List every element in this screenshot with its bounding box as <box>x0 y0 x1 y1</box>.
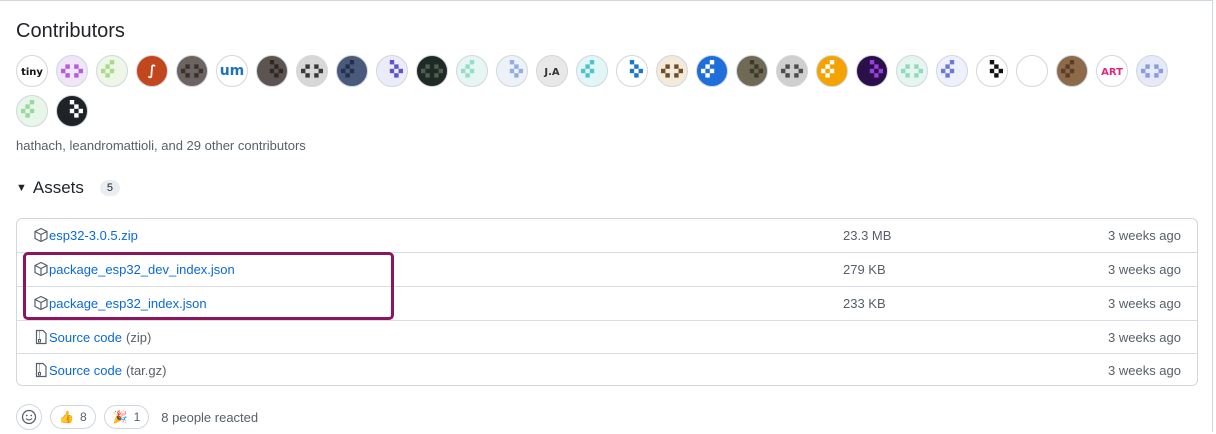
contributor-avatar[interactable]: tiny <box>16 55 48 87</box>
assets-toggle[interactable]: ▼ Assets 5 <box>16 178 121 198</box>
contributor-avatar[interactable] <box>56 55 88 87</box>
package-icon <box>34 227 48 243</box>
thumbs-up-icon: 👍 <box>59 410 74 424</box>
asset-name: esp32-3.0.5.zip <box>49 228 138 243</box>
asset-link[interactable]: esp32-3.0.5.zip <box>49 228 138 243</box>
asset-row: Source code (zip) 3 weeks ago <box>17 320 1197 354</box>
caret-down-icon: ▼ <box>16 182 27 194</box>
asset-format: (tar.gz) <box>126 363 167 378</box>
svg-text:J.A: J.A <box>543 67 560 78</box>
asset-size: 279 KB <box>843 262 886 277</box>
contributor-avatar[interactable] <box>96 55 128 87</box>
thumbs-up-reaction-button[interactable]: 👍 8 <box>50 405 96 429</box>
contributor-avatar[interactable] <box>656 55 688 87</box>
asset-name: Source code <box>49 363 122 378</box>
asset-size: 23.3 MB <box>843 228 892 243</box>
asset-name: package_esp32_dev_index.json <box>49 262 235 277</box>
asset-row: esp32-3.0.5.zip 23.3 MB 3 weeks ago <box>17 219 1197 252</box>
asset-link[interactable]: Source code (tar.gz) <box>49 363 166 378</box>
asset-size: 233 KB <box>843 296 886 311</box>
asset-name: Source code <box>49 330 122 345</box>
tada-icon: 🎉 <box>112 410 128 424</box>
assets-title: Assets <box>32 178 84 197</box>
reactions-bar: 👍 8 🎉 1 8 people reacted <box>16 404 258 430</box>
contributors-title: Contributors <box>16 20 125 42</box>
contributor-avatar[interactable] <box>416 55 448 87</box>
asset-link[interactable]: package_esp32_dev_index.json <box>49 262 235 277</box>
contributor-avatar[interactable] <box>976 55 1008 87</box>
asset-timestamp: 3 weeks ago <box>1108 228 1181 243</box>
contributor-avatar[interactable] <box>336 55 368 87</box>
contributor-avatar[interactable] <box>616 55 648 87</box>
contributor-avatar[interactable] <box>56 95 88 127</box>
assets-count-badge: 5 <box>99 180 121 196</box>
contributor-avatar[interactable] <box>696 55 728 87</box>
contributor-avatar[interactable]: um <box>216 55 248 87</box>
contributor-avatar[interactable] <box>1016 55 1048 87</box>
file-zip-icon <box>35 329 47 345</box>
svg-text:tiny: tiny <box>21 67 43 78</box>
assets-list: esp32-3.0.5.zip 23.3 MB 3 weeks ago package… <box>16 218 1198 386</box>
contributor-avatar[interactable] <box>1136 55 1168 87</box>
contributor-avatar[interactable] <box>296 55 328 87</box>
contributor-avatar[interactable]: J.A <box>536 55 568 87</box>
contributor-avatar[interactable] <box>776 55 808 87</box>
asset-name: package_esp32_index.json <box>49 296 207 311</box>
tada-reaction-button[interactable]: 🎉 1 <box>103 405 150 429</box>
asset-row: package_esp32_index.json 233 KB 3 weeks ag… <box>17 286 1197 320</box>
contributor-avatar[interactable]: ∫ <box>136 55 168 87</box>
contributor-avatar[interactable] <box>576 55 608 87</box>
asset-row: package_esp32_dev_index.json 279 KB 3 week… <box>17 252 1197 286</box>
asset-timestamp: 3 weeks ago <box>1108 262 1181 277</box>
package-icon <box>34 295 48 311</box>
asset-format: (zip) <box>126 330 152 345</box>
contributor-avatar[interactable] <box>816 55 848 87</box>
asset-row: Source code (tar.gz) 3 weeks ago <box>17 353 1197 387</box>
contributor-avatar[interactable] <box>896 55 928 87</box>
contributor-avatar[interactable] <box>1056 55 1088 87</box>
contributor-avatar[interactable] <box>16 95 48 127</box>
add-reaction-button[interactable] <box>16 404 42 430</box>
asset-timestamp: 3 weeks ago <box>1108 296 1181 311</box>
asset-timestamp: 3 weeks ago <box>1108 363 1181 378</box>
asset-link[interactable]: package_esp32_index.json <box>49 296 207 311</box>
contributor-avatar[interactable] <box>376 55 408 87</box>
svg-text:ART: ART <box>1101 67 1123 78</box>
contributors-summary: hathach, leandromattioli, and 29 other c… <box>16 138 306 153</box>
contributor-avatar[interactable] <box>936 55 968 87</box>
contributor-avatar[interactable]: ART <box>1096 55 1128 87</box>
contributor-avatar[interactable] <box>736 55 768 87</box>
reactions-summary: 8 people reacted <box>161 409 259 425</box>
tada-count: 1 <box>133 410 141 424</box>
smiley-icon <box>21 409 37 425</box>
package-icon <box>34 261 48 277</box>
asset-link[interactable]: Source code (zip) <box>49 330 151 345</box>
svg-text:∫: ∫ <box>148 63 157 79</box>
asset-timestamp: 3 weeks ago <box>1108 330 1181 345</box>
svg-text:um: um <box>220 63 245 79</box>
contributor-avatar[interactable] <box>176 55 208 87</box>
contributor-avatar[interactable] <box>456 55 488 87</box>
contributor-avatar[interactable] <box>496 55 528 87</box>
file-zip-icon <box>35 362 47 378</box>
contributor-avatar[interactable] <box>856 55 888 87</box>
contributor-avatar[interactable] <box>256 55 288 87</box>
thumbs-up-count: 8 <box>79 410 87 424</box>
